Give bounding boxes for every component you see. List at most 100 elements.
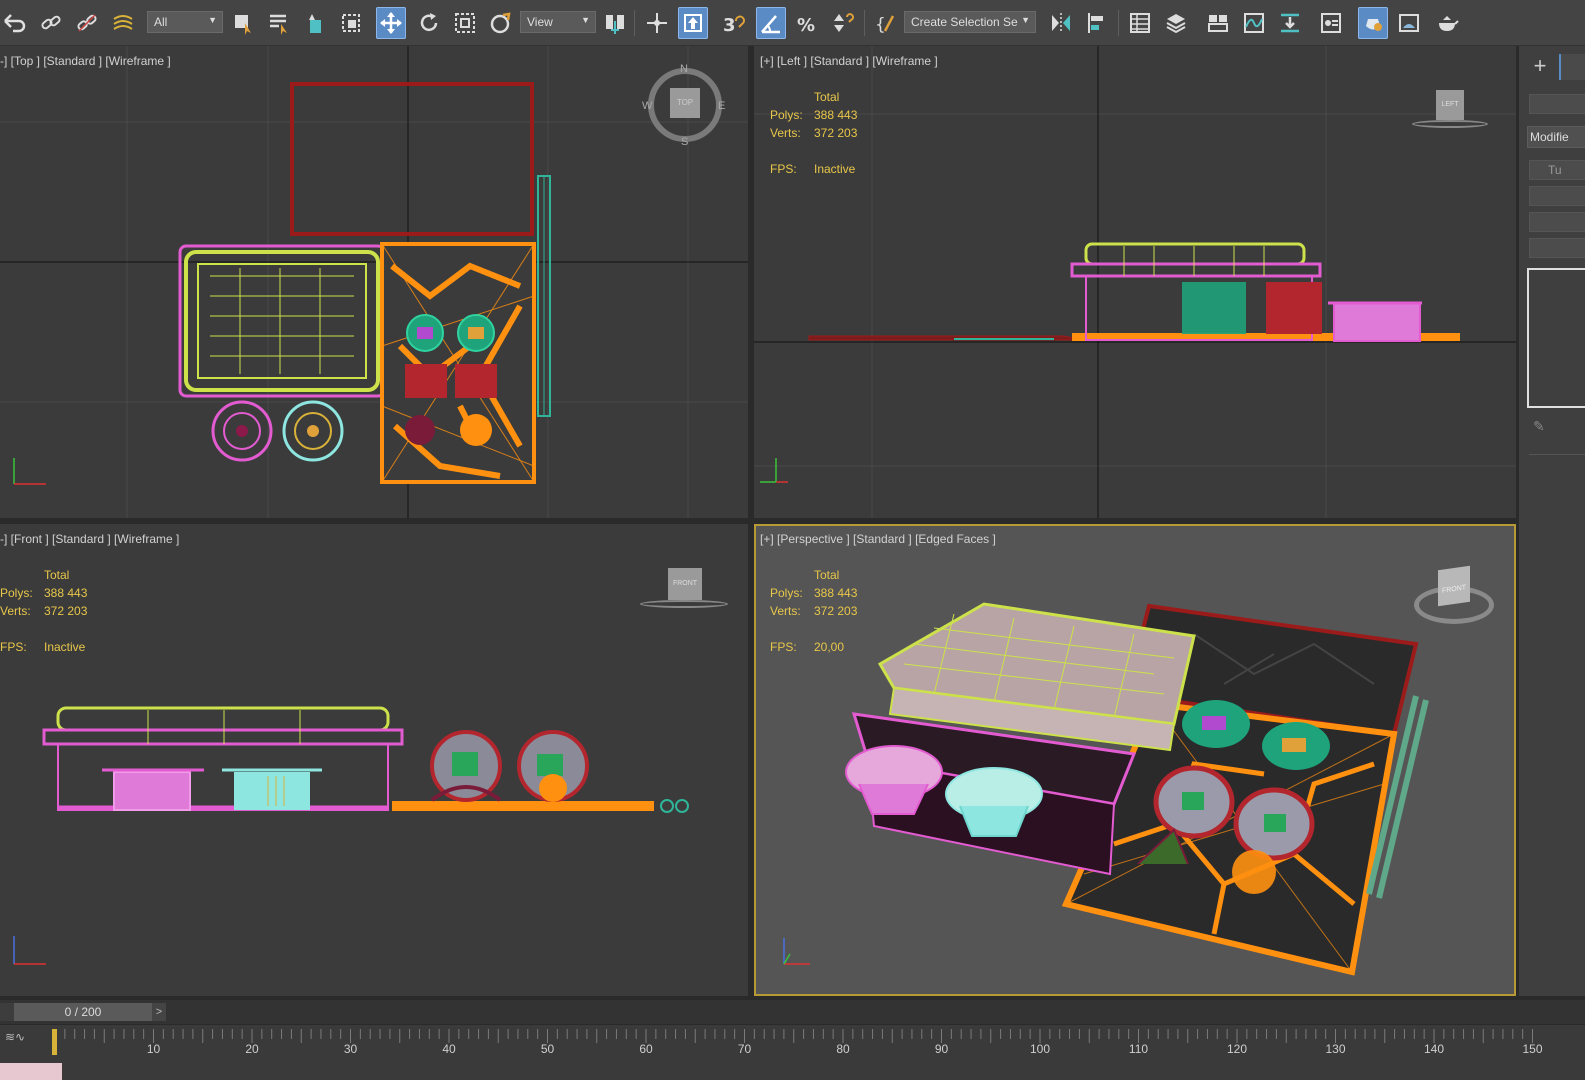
- viewport-top[interactable]: -] [Top ] [Standard ] [Wireframe ] TOP N…: [0, 46, 748, 518]
- window-crossing-icon[interactable]: [336, 7, 366, 39]
- select-region-icon[interactable]: [300, 7, 330, 39]
- stats-total-label: Total: [814, 90, 840, 104]
- material-editor-icon[interactable]: [1358, 7, 1388, 39]
- modifier-stack-item[interactable]: [1529, 238, 1585, 258]
- modifier-list-dropdown[interactable]: Modifie: [1527, 126, 1585, 148]
- fps-value: Inactive: [44, 640, 86, 654]
- named-selection-dropdown[interactable]: Create Selection Se ▼: [904, 11, 1036, 33]
- pin-stack-icon[interactable]: ✎: [1533, 418, 1545, 435]
- current-frame-marker[interactable]: [52, 1029, 57, 1055]
- frame-tick-label: 20: [245, 1042, 259, 1056]
- ribbon-icon[interactable]: [1203, 7, 1233, 39]
- scene-explorer-icon[interactable]: [1125, 7, 1155, 39]
- frame-tick-label: 80: [836, 1042, 850, 1056]
- viewcube[interactable]: FRONT: [640, 568, 728, 610]
- polys-label: Polys:: [770, 108, 803, 122]
- modify-tab[interactable]: [1559, 54, 1585, 80]
- viewcube-face[interactable]: FRONT: [668, 568, 702, 600]
- viewcube-face[interactable]: FRONT: [1438, 565, 1470, 607]
- keyboard-shortcut-override-icon[interactable]: [678, 7, 708, 39]
- snap-toggle-icon[interactable]: 3: [718, 7, 748, 39]
- align-icon[interactable]: [1082, 7, 1112, 39]
- bind-spacewarp-icon[interactable]: [108, 7, 138, 39]
- chevron-down-icon: ▼: [1021, 15, 1030, 25]
- viewport-label[interactable]: [+] [Left ] [Standard ] [Wireframe ]: [760, 54, 938, 68]
- stats-overlay: Total Polys: 388 443 Verts: 372 203 FPS: In…: [0, 566, 87, 656]
- edit-named-selection-icon[interactable]: {: [870, 7, 900, 39]
- modifier-stack-item[interactable]: Tu: [1529, 160, 1585, 180]
- selection-filter-dropdown[interactable]: All ▼: [147, 11, 223, 33]
- render-setup-icon[interactable]: [1394, 7, 1424, 39]
- main-toolbar: All ▼ View ▼ 3 % { Create Selection Se ▼: [0, 0, 1585, 46]
- viewport-label[interactable]: -] [Top ] [Standard ] [Wireframe ]: [0, 54, 171, 68]
- compass-west: W: [642, 100, 653, 112]
- viewcube-face[interactable]: LEFT: [1436, 90, 1464, 120]
- viewport-front[interactable]: -] [Front ] [Standard ] [Wireframe ] Tot…: [0, 524, 748, 996]
- create-tab[interactable]: +: [1527, 54, 1553, 80]
- verts-value: 372 203: [814, 604, 858, 618]
- select-object-icon[interactable]: [228, 7, 258, 39]
- track-bar[interactable]: ≋∿ 10 20 30 40 50 60 70 80 90 100 110 120 130 140 150: [0, 1024, 1585, 1080]
- modifier-item-label: Tu: [1548, 163, 1562, 177]
- dope-sheet-icon[interactable]: [1275, 7, 1305, 39]
- fps-label: FPS:: [770, 162, 797, 176]
- mirror-icon[interactable]: [1046, 7, 1076, 39]
- select-by-name-icon[interactable]: [264, 7, 294, 39]
- schematic-view-icon[interactable]: [1316, 7, 1346, 39]
- frame-tick-label: 150: [1522, 1042, 1543, 1056]
- viewcube-compass[interactable]: TOP: [648, 68, 722, 142]
- named-selection-value: Create Selection Se: [911, 15, 1018, 29]
- frame-tick-label: 30: [343, 1042, 358, 1056]
- frame-tick-label: 90: [934, 1042, 949, 1056]
- stats-total-label: Total: [814, 568, 840, 582]
- link-icon[interactable]: [36, 7, 66, 39]
- reference-coord-value: View: [527, 15, 553, 29]
- frame-tick-label: 10: [146, 1042, 161, 1056]
- viewcube[interactable]: FRONT: [1414, 564, 1494, 628]
- select-rotate-icon[interactable]: [414, 7, 444, 39]
- chevron-down-icon: ▼: [581, 15, 590, 25]
- time-slider[interactable]: < 0 / 200 >: [0, 1000, 1585, 1024]
- selection-filter-value: All: [154, 15, 168, 29]
- fps-label: FPS:: [770, 640, 797, 654]
- viewcube-ring: [640, 600, 728, 608]
- next-frame-button[interactable]: >: [152, 1003, 166, 1021]
- viewport-left[interactable]: [+] [Left ] [Standard ] [Wireframe ] Tot…: [754, 46, 1516, 518]
- viewport-label[interactable]: [+] [Perspective ] [Standard ] [Edged Fa…: [760, 532, 996, 546]
- toolbar-divider: [864, 10, 865, 36]
- select-manipulate-icon[interactable]: [642, 7, 672, 39]
- modifier-stack-item[interactable]: [1529, 212, 1585, 232]
- reference-coord-dropdown[interactable]: View ▼: [520, 11, 596, 33]
- verts-label: Verts:: [770, 126, 801, 140]
- render-icon[interactable]: [1432, 7, 1462, 39]
- svg-text:3: 3: [723, 15, 736, 35]
- modifier-stack-item[interactable]: [1529, 186, 1585, 206]
- toolbar-divider: [634, 10, 635, 36]
- viewcube-face[interactable]: TOP: [670, 88, 700, 118]
- modifier-stack-list[interactable]: [1527, 268, 1585, 408]
- stats-total-label: Total: [44, 568, 70, 582]
- mini-curve-editor-icon[interactable]: ≋∿: [5, 1030, 33, 1052]
- frame-tick-label: 110: [1128, 1042, 1149, 1056]
- layer-explorer-icon[interactable]: [1161, 7, 1191, 39]
- use-pivot-icon[interactable]: [600, 7, 630, 39]
- compass-east: E: [718, 100, 726, 112]
- percent-snap-icon[interactable]: %: [792, 7, 822, 39]
- object-name-field[interactable]: [1529, 94, 1585, 114]
- select-place-icon[interactable]: [486, 7, 516, 39]
- verts-label: Verts:: [770, 604, 801, 618]
- viewcube-ring: [1412, 120, 1488, 128]
- select-scale-icon[interactable]: [450, 7, 480, 39]
- curve-editor-icon[interactable]: [1239, 7, 1269, 39]
- viewport-label[interactable]: -] [Front ] [Standard ] [Wireframe ]: [0, 532, 179, 546]
- undo-icon[interactable]: [0, 7, 30, 39]
- time-slider-thumb[interactable]: 0 / 200: [14, 1003, 152, 1021]
- viewport-perspective[interactable]: [+] [Perspective ] [Standard ] [Edged Fa…: [754, 524, 1516, 996]
- angle-snap-icon[interactable]: [756, 7, 786, 39]
- panel-divider: [1529, 454, 1585, 455]
- viewcube[interactable]: LEFT: [1412, 90, 1488, 130]
- frame-tick-label: 140: [1423, 1042, 1445, 1056]
- spinner-snap-icon[interactable]: [828, 7, 858, 39]
- select-move-icon[interactable]: [376, 7, 406, 39]
- unlink-icon[interactable]: [72, 7, 102, 39]
